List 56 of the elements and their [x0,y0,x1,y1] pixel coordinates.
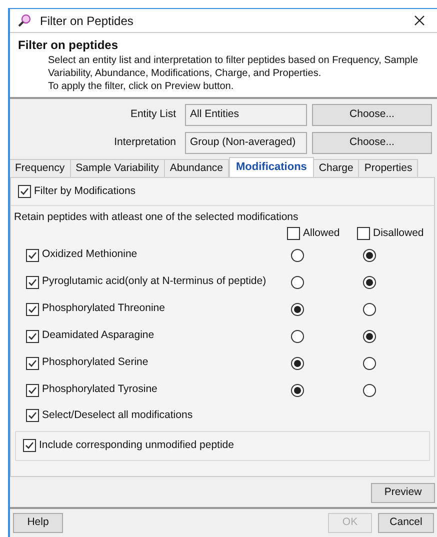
checkbox-label: Include corresponding unmodified peptide [39,438,234,453]
radio-button[interactable] [291,276,304,289]
radio-button[interactable] [291,248,304,262]
text-field[interactable]: Group (Non-averaged) [185,132,307,154]
preview-button[interactable]: Preview [371,483,435,503]
tab[interactable]: Modifications [229,157,314,177]
checkbox[interactable] [18,185,31,198]
tab[interactable]: Charge [314,159,360,177]
radio-button[interactable] [291,330,304,343]
header-description: Select an entity list and interpretation to filter peptides based on Frequency, Sample Variability, Abundance, Modifications, Charge, and Properties. [47,54,420,80]
cancel-button[interactable]: Cancel [378,513,434,533]
modification-label: Phosphorylated Tyrosine [42,382,158,398]
help-button[interactable]: Help [13,513,63,533]
column-label: Allowed [303,226,340,241]
tab[interactable]: Abundance [164,159,230,177]
retain-label: Retain peptides with atleast one of the selected modifications [13,210,300,225]
radio-button[interactable] [362,276,376,289]
field-label: Interpretation [113,135,177,150]
column-label: Disallowed [373,226,424,241]
tab[interactable]: Properties [359,159,418,177]
checkbox[interactable] [26,356,39,370]
checkbox[interactable] [26,409,39,422]
text-field[interactable]: All Entities [185,104,307,126]
magnifier-icon [18,14,32,28]
choose-button[interactable]: Choose... [312,132,432,154]
modification-label: Oxidized Methionine [42,247,138,262]
checkbox[interactable] [26,330,39,343]
modification-label: Deamidated Asparagine [42,328,154,344]
checkbox[interactable] [26,248,39,262]
checkbox[interactable] [357,227,370,240]
header-title: Filter on peptides [18,37,120,54]
choose-button[interactable]: Choose... [312,104,432,126]
radio-button[interactable] [362,356,376,370]
radio-button[interactable] [291,384,304,397]
checkbox[interactable] [26,384,39,397]
close-icon[interactable] [414,15,425,26]
modification-label: Pyroglutamic acid(only at N-terminus of peptide) [42,274,266,290]
window-title: Filter on Peptides [40,12,134,30]
modification-label: Phosphorylated Serine [42,355,148,370]
tab[interactable]: Frequency [10,159,71,177]
checkbox[interactable] [23,439,36,452]
tab[interactable]: Sample Variability [70,159,165,177]
checkbox-label: Select/Deselect all modifications [42,408,193,423]
radio-button[interactable] [362,248,376,262]
radio-button[interactable] [362,330,376,343]
radio-button[interactable] [291,356,304,370]
checkbox[interactable] [26,302,39,316]
radio-button[interactable] [291,302,304,316]
checkbox[interactable] [26,276,39,289]
radio-button[interactable] [362,302,376,316]
checkbox-label: Filter by Modifications [34,184,136,199]
modification-label: Phosphorylated Threonine [42,301,165,316]
header-description: To apply the filter, click on Preview button. [47,80,235,93]
field-label: Entity List [129,107,177,122]
radio-button[interactable] [362,384,376,397]
checkbox[interactable] [287,227,300,240]
